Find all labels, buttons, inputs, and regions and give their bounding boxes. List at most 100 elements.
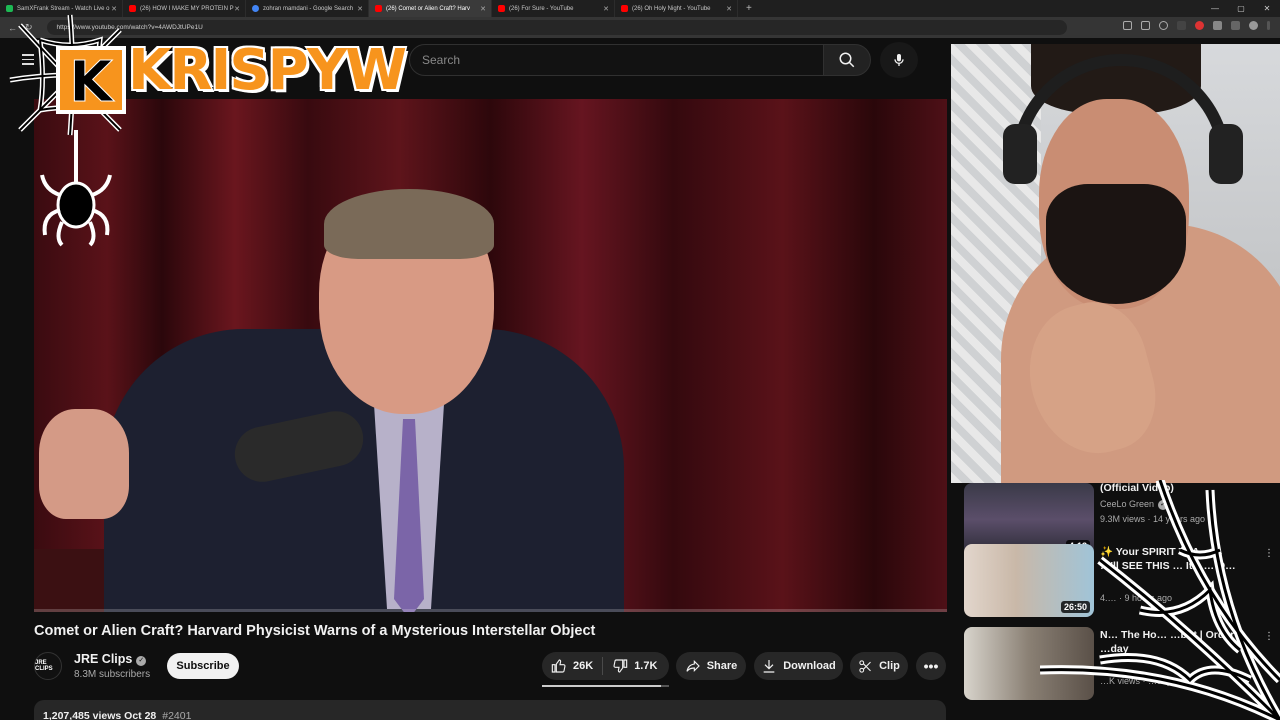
subscriber-count: 8.3M subscribers <box>74 669 151 680</box>
video-thumbnail[interactable] <box>964 627 1094 700</box>
browser-tab-protein[interactable]: (26) HOW I MAKE MY PROTEIN P ✕ <box>123 0 246 17</box>
back-icon[interactable]: ← <box>8 23 17 33</box>
tab-label: (26) For Sure - YouTube <box>509 5 574 12</box>
browser-tab-google[interactable]: zohran mamdani - Google Search ✕ <box>246 0 369 17</box>
url-field[interactable]: https://www.youtube.com/watch?v=4AWDJtUP… <box>46 20 1067 35</box>
search-button[interactable] <box>823 44 871 76</box>
clip-button[interactable]: Clip <box>850 652 908 680</box>
microphone-icon <box>894 54 904 66</box>
suggested-video-title: ✨ Your SPIRIT TEA… <box>1100 546 1211 558</box>
subscribe-button[interactable]: Subscribe <box>167 653 239 679</box>
browser-tab-strip: SamXFrank Stream - Watch Live o ✕ (26) HO… <box>0 0 1280 17</box>
more-options-icon[interactable]: ⋮ <box>1264 631 1274 642</box>
tab-favicon-icon <box>6 5 13 12</box>
url-text: https://www.youtube.com/watch?v=4AWDJtUP… <box>56 24 203 31</box>
tab-label: (26) Comet or Alien Craft? Harv <box>386 5 471 12</box>
video-title: Comet or Alien Craft? Harvard Physicist … <box>34 623 596 639</box>
suggested-video-channel: CeeLo Green ✓ <box>1100 499 1169 510</box>
address-bar: ← ↻ https://www.youtube.com/watch?v=4AWD… <box>0 17 1280 38</box>
like-button[interactable]: 26K <box>542 652 602 680</box>
close-window-icon[interactable]: ✕ <box>1254 4 1280 13</box>
tab-label: (26) HOW I MAKE MY PROTEIN P <box>140 5 234 12</box>
share-label: Share <box>706 660 738 672</box>
extension-icon-2[interactable] <box>1195 21 1204 30</box>
webcam-earcup-left <box>1003 124 1037 184</box>
tab-favicon-icon <box>621 5 628 12</box>
video-duration: 26:50 <box>1060 601 1090 613</box>
tab-close-icon[interactable]: ✕ <box>480 5 486 13</box>
extensions-icon[interactable] <box>1231 21 1240 30</box>
window-controls: — ▢ ✕ <box>1202 0 1280 17</box>
profile-icon[interactable] <box>1249 21 1258 30</box>
tab-close-icon[interactable]: ✕ <box>357 5 363 13</box>
dislike-button[interactable]: 1.7K <box>603 652 666 680</box>
tab-close-icon[interactable]: ✕ <box>234 5 240 13</box>
video-thumbnail[interactable]: 26:50 <box>964 544 1094 617</box>
star-icon[interactable] <box>1159 21 1168 30</box>
verified-icon: ✓ <box>1158 500 1169 510</box>
hashtag[interactable]: #2401 <box>162 710 191 720</box>
tab-close-icon[interactable]: ✕ <box>111 5 117 13</box>
browser-tab-holy-night[interactable]: (26) Oh Holy Night - YouTube ✕ <box>615 0 738 17</box>
view-count-date: 1,207,485 views Oct 28 <box>43 710 157 720</box>
webcam-overlay <box>951 44 1280 483</box>
more-actions-button[interactable]: ••• <box>916 652 946 680</box>
menu-hamburger-icon[interactable] <box>22 54 34 65</box>
tab-favicon-icon <box>129 5 136 12</box>
like-ratio-fill <box>542 685 662 687</box>
clip-label: Clip <box>879 660 900 672</box>
like-count: 26K <box>573 660 594 672</box>
dislike-count: 1.7K <box>634 660 658 672</box>
description-box[interactable]: 1,207,485 views Oct 28 #2401 <box>34 700 946 720</box>
tab-close-icon[interactable]: ✕ <box>603 5 609 13</box>
search-icon <box>839 52 855 68</box>
share-page-icon[interactable] <box>1141 21 1150 30</box>
download-button[interactable]: Download <box>754 652 843 680</box>
search-placeholder: Search <box>422 53 461 67</box>
video-subject-hair <box>324 189 494 259</box>
suggested-video-title-line2: …'ll SEE THIS … It's … O… <box>1100 560 1236 572</box>
search-input[interactable]: Search <box>409 44 824 76</box>
streamer-logo-text: KRISPYW <box>126 37 408 105</box>
video-player[interactable] <box>34 99 947 612</box>
tab-close-icon[interactable]: ✕ <box>726 5 732 13</box>
tab-label: zohran mamdani - Google Search <box>263 5 354 12</box>
verified-icon: ✓ <box>136 656 147 666</box>
browser-tab-for-sure[interactable]: (26) For Sure - YouTube ✕ <box>492 0 615 17</box>
scissors-icon <box>858 659 873 674</box>
download-icon <box>761 658 777 674</box>
channel-avatar[interactable]: JRE CLIPS <box>34 652 62 680</box>
channel-name[interactable]: JRE Clips ✓ <box>74 652 147 666</box>
reload-icon[interactable]: ↻ <box>25 22 33 33</box>
thumbs-down-icon <box>612 658 628 674</box>
more-options-icon[interactable]: ⋮ <box>1264 548 1274 559</box>
download-label: Download <box>783 660 836 672</box>
like-ratio-bar <box>542 685 669 687</box>
channel-avatar-text: JRE CLIPS <box>35 660 53 672</box>
maximize-icon[interactable]: ▢ <box>1228 4 1254 13</box>
suggested-video[interactable]: 26:50 ✨ Your SPIRIT TEA… …'ll SEE THIS …… <box>964 544 1280 624</box>
browser-tab-samxfrank[interactable]: SamXFrank Stream - Watch Live o ✕ <box>0 0 123 17</box>
video-subject-hand <box>39 409 129 519</box>
suggested-video-meta: 9.3M views · 14 years ago <box>1100 514 1206 524</box>
minimize-icon[interactable]: — <box>1202 4 1228 13</box>
menu-icon[interactable] <box>1267 21 1270 30</box>
share-icon <box>685 658 701 674</box>
new-tab-icon[interactable]: + <box>746 3 752 14</box>
more-horizontal-icon: ••• <box>923 658 939 674</box>
voice-search-button[interactable] <box>880 42 918 78</box>
extension-icon-3[interactable] <box>1213 21 1222 30</box>
like-dislike-group: 26K 1.7K <box>542 652 669 680</box>
install-icon[interactable] <box>1123 21 1132 30</box>
tab-favicon-icon <box>375 5 382 12</box>
tab-favicon-icon <box>498 5 505 12</box>
browser-tab-comet[interactable]: (26) Comet or Alien Craft? Harv ✕ <box>369 0 492 17</box>
suggested-video-meta: 4.… · 9 hours ago <box>1100 593 1173 603</box>
share-button[interactable]: Share <box>676 652 746 680</box>
suggested-video[interactable]: N… The Ho… …bot | Order …day …K views · … <box>964 627 1280 707</box>
thumbs-up-icon <box>551 658 567 674</box>
suggested-video-title-line2: …day <box>1100 643 1129 655</box>
extension-icon-1[interactable] <box>1177 21 1186 30</box>
extension-icons <box>1123 21 1270 30</box>
video-progress-bar[interactable] <box>34 609 947 612</box>
